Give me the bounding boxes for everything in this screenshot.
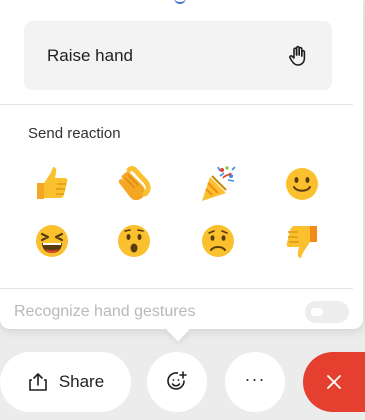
reaction-smile[interactable] [280,162,324,206]
laughing-face-icon [36,225,68,257]
party-popper-icon [202,166,236,201]
reaction-thumbs-down[interactable] [280,219,324,263]
leave-call-button[interactable] [303,352,365,412]
reaction-clapping[interactable] [112,162,156,206]
emoji-plus-icon [167,371,187,390]
reaction-surprised[interactable] [112,219,156,263]
thumbs-down-icon [286,226,317,258]
gestures-label: Recognize hand gestures [14,303,196,320]
send-reaction-title: Send reaction [28,125,121,142]
reaction-grid [24,157,344,267]
thumbs-up-icon [37,167,68,199]
sad-face-icon [202,225,234,257]
share-button[interactable]: Share [0,352,131,412]
reaction-party[interactable] [196,162,240,206]
divider [0,288,353,289]
share-icon [29,373,47,391]
toggle-knob [311,308,323,316]
reactions-popover: Raise hand Send reaction Recognize hand … [0,0,363,329]
reaction-sad[interactable] [196,219,240,263]
reaction-laugh[interactable] [30,219,74,263]
more-options-button[interactable]: ··· [225,352,285,412]
gesture-recognition-row: Recognize hand gestures [14,300,349,324]
clapping-hands-icon [118,166,151,201]
gestures-toggle[interactable] [305,301,349,323]
chevron-icon [174,0,186,4]
divider [0,104,353,105]
surprised-face-icon [118,225,150,257]
more-label: ··· [244,368,266,389]
raise-hand-button[interactable]: Raise hand [24,21,332,90]
reaction-thumbs-up[interactable] [30,162,74,206]
raised-hand-icon [288,45,308,67]
share-label: Share [58,372,105,391]
reactions-button[interactable] [147,352,207,412]
meeting-window: Raise hand Send reaction Recognize hand … [0,0,365,420]
smiling-face-icon [286,168,318,200]
raise-hand-label: Raise hand [47,45,134,65]
close-icon [327,375,341,389]
